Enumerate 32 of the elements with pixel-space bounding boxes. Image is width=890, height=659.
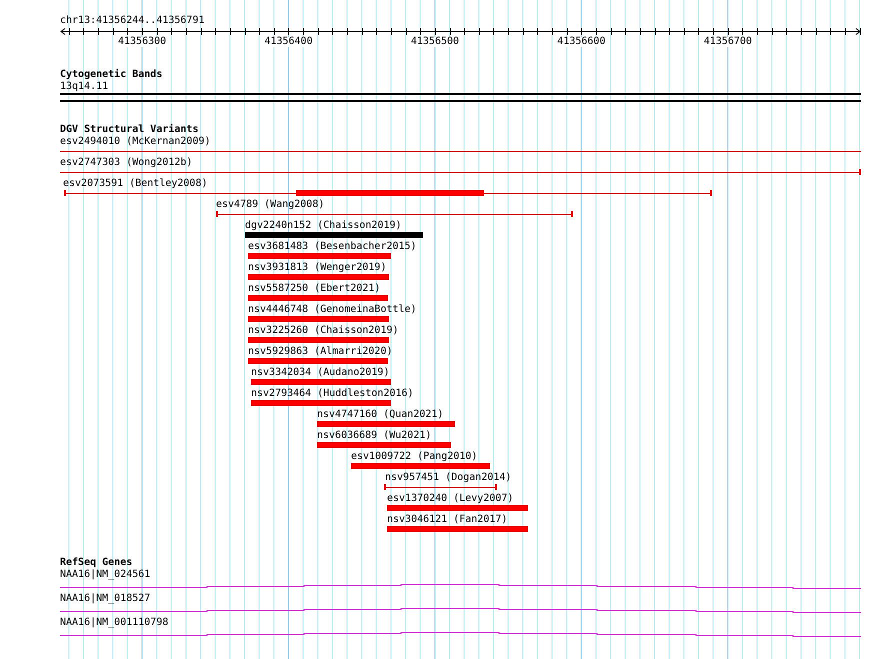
tick-label: 41356500	[410, 37, 460, 47]
tick-label: 41356300	[118, 37, 166, 47]
variant-label: nsv3931813 (Wenger2019)	[248, 262, 386, 274]
variant-label: nsv3046121 (Fan2017)	[387, 514, 508, 526]
variant-label: esv1009722 (Pang2010)	[351, 451, 478, 463]
variant-label: nsv5587250 (Ebert2021)	[248, 283, 380, 295]
variant-label: nsv6036689 (Wu2021)	[317, 430, 432, 442]
gene-label: NAA16|NM_024561	[60, 569, 150, 581]
variant-label: nsv5929863 (Almarri2020)	[248, 346, 392, 358]
variant-label: esv1370240 (Levy2007)	[387, 493, 514, 505]
track-title: DGV Structural Variants	[60, 124, 198, 136]
location-label: chr13:41356244..41356791	[60, 15, 206, 27]
variant-label: esv3681483 (Besenbacher2015)	[248, 241, 417, 253]
variant-label: esv2747303 (Wong2012b)	[60, 157, 192, 169]
tick-label: 41356400	[264, 37, 313, 47]
tick-label: 41356600	[557, 37, 606, 47]
variant-label: nsv957451 (Dogan2014)	[385, 472, 512, 484]
tick-label: 41356700	[704, 37, 752, 47]
variant-label: nsv2793464 (Huddleston2016)	[251, 388, 414, 400]
variant-label: nsv3225260 (Chaisson2019)	[248, 325, 399, 337]
variant-label: nsv4747160 (Quan2021)	[317, 409, 444, 421]
variant-label: esv2073591 (Bentley2008)	[63, 178, 208, 190]
variant-label: nsv3342034 (Audano2019)	[251, 367, 390, 379]
variant-label: nsv4446748 (GenomeinaBottle)	[248, 304, 417, 316]
variant-label: dgv2240n152 (Chaisson2019)	[245, 220, 402, 232]
track-title: RefSeq Genes	[60, 557, 132, 569]
variant-label: esv2494010 (McKernan2009)	[60, 136, 211, 148]
gene-label: NAA16|NM_018527	[60, 593, 150, 605]
track-title: Cytogenetic Bands	[60, 69, 162, 81]
band-label: 13q14.11	[60, 81, 108, 93]
variant-label: esv4789 (Wang2008)	[216, 199, 324, 211]
gene-label: NAA16|NM_001110798	[60, 617, 168, 629]
